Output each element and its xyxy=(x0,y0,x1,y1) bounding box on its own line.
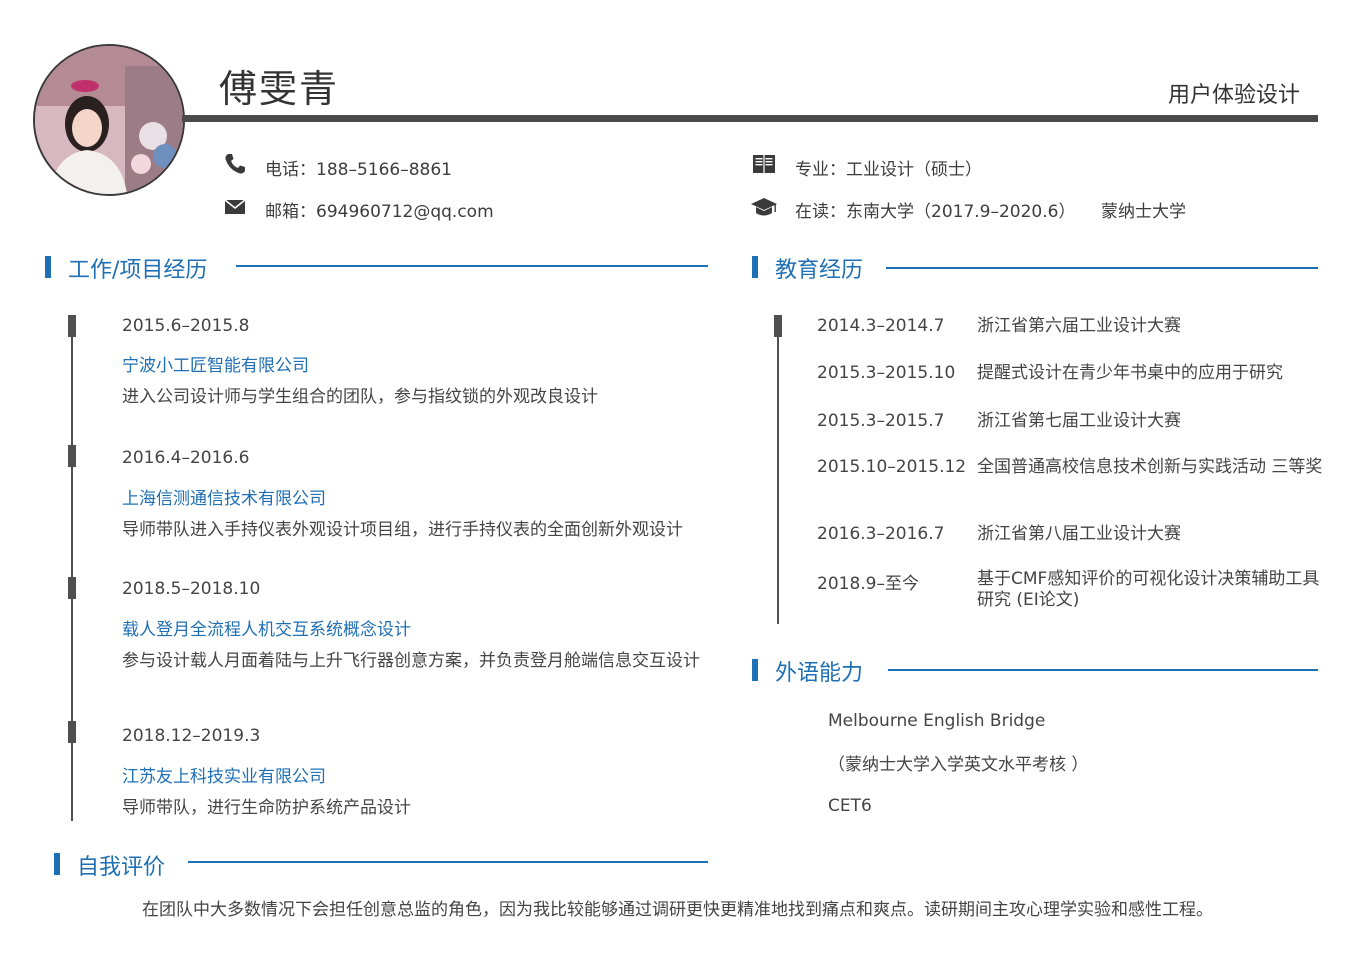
edu-date: 2016.3–2016.7 xyxy=(817,524,945,544)
language-item: （蒙纳士大学入学英文水平考核 ） xyxy=(828,755,1089,775)
timeline-marker xyxy=(68,315,76,337)
section-marker xyxy=(752,256,758,278)
header-divider xyxy=(182,115,1318,122)
work-section-title: 工作/项目经历 xyxy=(68,258,208,283)
education-section-line xyxy=(886,267,1318,269)
phone-number: 电话：188–5166–8861 xyxy=(265,160,452,180)
edu-desc: 提醒式设计在青少年书桌中的应用于研究 xyxy=(977,363,1283,383)
avatar xyxy=(33,44,185,196)
timeline-marker xyxy=(68,721,76,743)
person-name: 傅雯青 xyxy=(219,67,340,111)
edu-desc: 浙江省第六届工业设计大赛 xyxy=(977,316,1181,336)
work-org: 宁波小工匠智能有限公司 xyxy=(122,356,309,376)
envelope-icon xyxy=(223,195,247,219)
section-marker xyxy=(752,659,758,681)
work-desc: 导师带队进入手持仪表外观设计项目组，进行手持仪表的全面创新外观设计 xyxy=(122,520,683,540)
language-section-title: 外语能力 xyxy=(775,661,864,686)
work-date: 2018.12–2019.3 xyxy=(122,726,261,746)
timeline-marker xyxy=(774,315,782,337)
major-info: 专业：工业设计（硕士） xyxy=(795,160,982,180)
work-desc: 导师带队，进行生命防护系统产品设计 xyxy=(122,798,411,818)
work-date: 2016.4–2016.6 xyxy=(122,448,250,468)
graduation-cap-icon xyxy=(750,195,778,219)
section-marker xyxy=(54,853,60,875)
self-section-title: 自我评价 xyxy=(77,855,166,880)
edu-date: 2014.3–2014.7 xyxy=(817,316,945,336)
job-title: 用户体验设计 xyxy=(1167,83,1300,108)
work-desc: 参与设计载人月面着陆与上升飞行器创意方案，并负责登月舱端信息交互设计 xyxy=(122,651,700,671)
language-section-line xyxy=(888,669,1318,671)
edu-date: 2015.10–2015.12 xyxy=(817,457,967,477)
timeline-marker xyxy=(68,445,76,467)
language-item: Melbourne English Bridge xyxy=(828,711,1046,731)
book-icon xyxy=(752,152,776,176)
email-address: 邮箱：694960712@qq.com xyxy=(265,202,494,222)
language-item: CET6 xyxy=(828,796,872,816)
self-evaluation-text: 在团队中大多数情况下会担任创意总监的角色，因为我比较能够通过调研更快更精准地找到… xyxy=(142,900,1213,920)
phone-icon xyxy=(223,152,247,176)
edu-desc: 浙江省第八届工业设计大赛 xyxy=(977,524,1181,544)
education-timeline xyxy=(777,316,779,624)
work-org: 上海信测通信技术有限公司 xyxy=(122,489,326,509)
work-org: 载人登月全流程人机交互系统概念设计 xyxy=(122,620,411,640)
edu-desc: 基于CMF感知评价的可视化设计决策辅助工具研究 (EI论文) xyxy=(977,569,1320,610)
edu-date: 2015.3–2015.10 xyxy=(817,363,956,383)
work-org: 江苏友上科技实业有限公司 xyxy=(122,767,326,787)
self-section-line xyxy=(188,861,708,863)
school-info: 在读：东南大学（2017.9–2020.6） xyxy=(795,202,1076,222)
work-date: 2015.6–2015.8 xyxy=(122,316,250,336)
edu-desc: 浙江省第七届工业设计大赛 xyxy=(977,411,1181,431)
timeline-marker xyxy=(68,577,76,599)
work-section-line xyxy=(236,265,708,267)
edu-date: 2015.3–2015.7 xyxy=(817,411,945,431)
edu-desc: 全国普通高校信息技术创新与实践活动 三等奖 xyxy=(977,457,1323,477)
work-timeline xyxy=(71,316,73,821)
edu-date: 2018.9–至今 xyxy=(817,574,919,594)
education-section-title: 教育经历 xyxy=(775,258,864,283)
profile-photo xyxy=(35,46,183,194)
school-extra: 蒙纳士大学 xyxy=(1101,202,1186,222)
work-date: 2018.5–2018.10 xyxy=(122,579,261,599)
section-marker xyxy=(45,256,51,278)
work-desc: 进入公司设计师与学生组合的团队，参与指纹锁的外观改良设计 xyxy=(122,387,598,407)
